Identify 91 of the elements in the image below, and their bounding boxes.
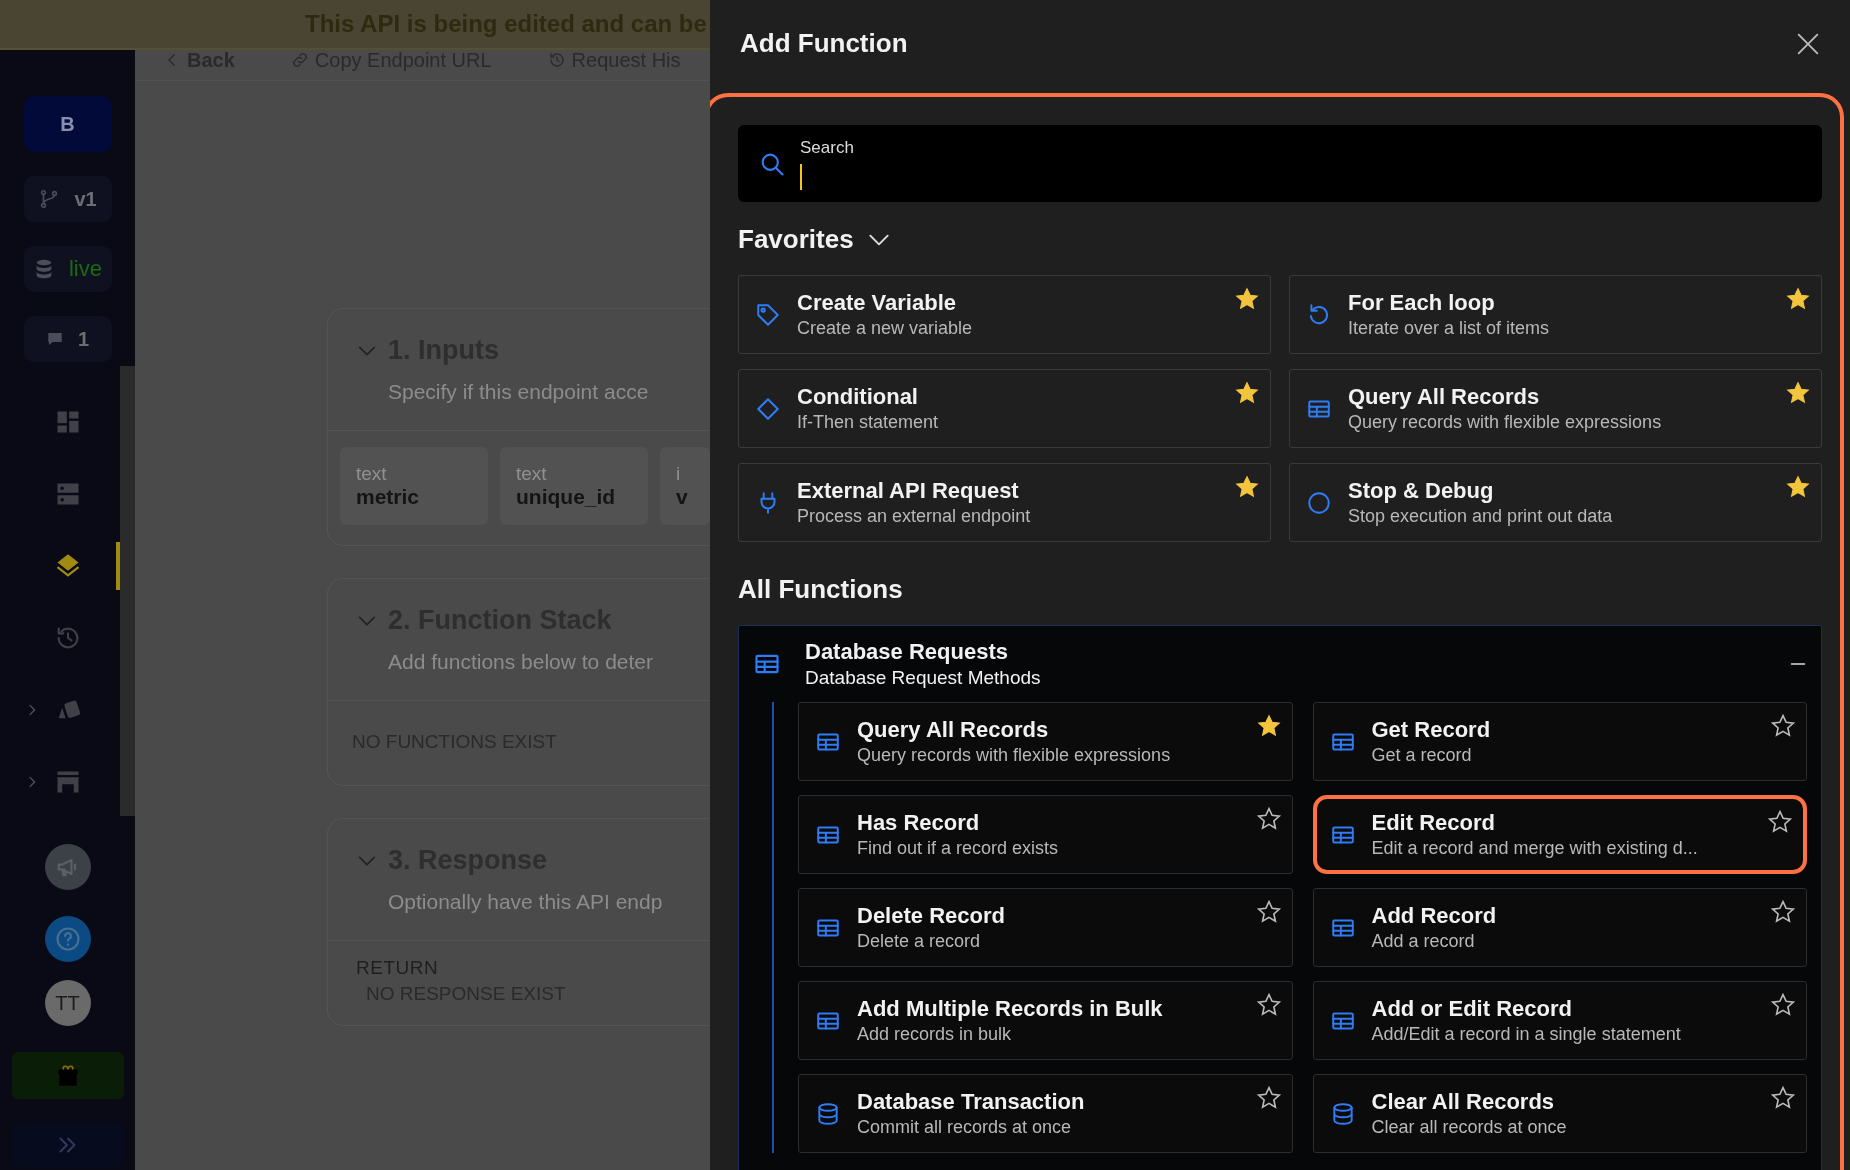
scrollbar[interactable] bbox=[120, 366, 135, 816]
pill-label: v1 bbox=[74, 187, 97, 211]
input-type: text bbox=[516, 463, 548, 485]
input-name: metric bbox=[356, 485, 421, 509]
star-icon[interactable] bbox=[1770, 899, 1796, 925]
function-card[interactable]: Stop & Debug Stop execution and print out data bbox=[1289, 463, 1822, 542]
star-icon[interactable] bbox=[1234, 286, 1260, 312]
pill-label: live bbox=[69, 256, 102, 282]
star-icon[interactable] bbox=[1255, 1085, 1282, 1111]
star-icon[interactable] bbox=[1785, 474, 1811, 500]
function-description: Add records in bulk bbox=[857, 1024, 1013, 1045]
star-icon[interactable] bbox=[1785, 380, 1811, 406]
announcement-button[interactable] bbox=[44, 844, 91, 890]
function-title: Query All Records bbox=[1348, 384, 1541, 410]
function-title: Database Transaction bbox=[857, 1089, 1085, 1115]
input-name: v bbox=[676, 485, 689, 509]
function-title: Edit Record bbox=[1371, 810, 1496, 836]
help-button[interactable] bbox=[44, 916, 91, 962]
star-icon[interactable] bbox=[1770, 1085, 1796, 1111]
section-heading: Favorites bbox=[738, 224, 854, 255]
function-title: Clear All Records bbox=[1371, 1089, 1556, 1115]
function-title: Add or Edit Record bbox=[1371, 996, 1573, 1022]
function-card[interactable]: External API Request Process an external endpoint bbox=[738, 463, 1271, 542]
panel-title: Add Function bbox=[740, 28, 908, 59]
function-title: For Each loop bbox=[1348, 290, 1496, 316]
star-icon[interactable] bbox=[1770, 992, 1796, 1018]
function-description: Delete a record bbox=[857, 931, 982, 952]
history-icon bbox=[547, 51, 566, 69]
function-description: Add/Edit a record in a single statement bbox=[1371, 1024, 1681, 1045]
function-card[interactable]: Query All Records Query records with flexible expressions bbox=[798, 702, 1293, 781]
function-card[interactable]: Add or Edit Record Add/Edit a record in a single statement bbox=[1312, 981, 1807, 1060]
function-description: Find out if a record exists bbox=[857, 838, 1059, 859]
star-icon[interactable] bbox=[1255, 992, 1282, 1018]
branch-pill[interactable]: v1 bbox=[23, 176, 112, 222]
function-card[interactable]: Add Multiple Records in Bulk Add records in bulk bbox=[798, 981, 1293, 1060]
function-card[interactable]: Edit Record Edit a record and merge with existing d... bbox=[1312, 795, 1807, 874]
function-description: Query records with flexible expressions bbox=[857, 745, 1171, 766]
function-title: Add Multiple Records in Bulk bbox=[857, 996, 1163, 1022]
function-title: Stop & Debug bbox=[1348, 478, 1495, 504]
diamond-icon bbox=[755, 395, 781, 422]
function-title: Has Record bbox=[857, 810, 981, 836]
function-description: If-Then statement bbox=[797, 412, 939, 433]
input-type: text bbox=[356, 463, 388, 485]
section-heading: All Functions bbox=[738, 574, 904, 605]
star-icon[interactable] bbox=[1234, 380, 1260, 406]
function-title: Get Record bbox=[1371, 717, 1491, 743]
help-icon bbox=[53, 925, 82, 953]
star-icon[interactable] bbox=[1255, 806, 1282, 832]
function-title: Query All Records bbox=[857, 717, 1050, 743]
function-title: External API Request bbox=[797, 478, 1020, 504]
star-icon[interactable] bbox=[1255, 899, 1282, 925]
function-description: Process an external endpoint bbox=[797, 506, 1031, 527]
function-description: Add a record bbox=[1371, 931, 1476, 952]
star-icon[interactable] bbox=[1255, 713, 1282, 739]
function-card[interactable]: For Each loop Iterate over a list of items bbox=[1289, 275, 1822, 354]
function-card[interactable]: Has Record Find out if a record exists bbox=[798, 795, 1293, 874]
function-card[interactable]: Add Record Add a record bbox=[1312, 888, 1807, 967]
group-title: Database Requests bbox=[805, 639, 1009, 665]
function-description: Get a record bbox=[1371, 745, 1473, 766]
star-icon[interactable] bbox=[1234, 474, 1260, 500]
function-description: Stop execution and print out data bbox=[1348, 506, 1613, 527]
function-description: Edit a record and merge with existing d... bbox=[1371, 838, 1698, 859]
function-card[interactable]: Query All Records Query records with flexible expressions bbox=[1289, 369, 1822, 448]
pill-label: 1 bbox=[77, 327, 90, 351]
function-description: Create a new variable bbox=[797, 318, 973, 339]
database-icon bbox=[815, 1100, 841, 1127]
function-description: Query records with flexible expressions bbox=[1348, 412, 1662, 433]
function-card[interactable]: Create Variable Create a new variable bbox=[738, 275, 1271, 354]
star-icon[interactable] bbox=[1785, 286, 1811, 312]
star-icon[interactable] bbox=[1770, 713, 1796, 739]
function-title: Add Record bbox=[1371, 903, 1497, 929]
function-card[interactable]: Clear All Records Clear all records at once bbox=[1312, 1074, 1807, 1153]
workspace-badge[interactable]: B bbox=[23, 96, 112, 152]
input-type: i bbox=[676, 463, 682, 485]
function-card[interactable]: Conditional If-Then statement bbox=[738, 369, 1271, 448]
search-field[interactable]: Search bbox=[738, 125, 1822, 202]
function-title: Conditional bbox=[797, 384, 919, 410]
tag-icon bbox=[755, 301, 781, 328]
comments-pill[interactable]: 1 bbox=[23, 316, 112, 362]
function-title: Delete Record bbox=[857, 903, 1005, 929]
function-description: Clear all records at once bbox=[1371, 1117, 1567, 1138]
function-title: Create Variable bbox=[797, 290, 957, 316]
group-subtitle: Database Request Methods bbox=[805, 667, 1041, 689]
function-card[interactable]: Delete Record Delete a record bbox=[798, 888, 1293, 967]
star-icon[interactable] bbox=[1767, 809, 1793, 835]
input-name: unique_id bbox=[516, 485, 617, 509]
function-card[interactable]: Get Record Get a record bbox=[1312, 702, 1807, 781]
function-card[interactable]: Database Transaction Commit all records at once bbox=[798, 1074, 1293, 1153]
link-icon bbox=[290, 51, 309, 69]
function-description: Commit all records at once bbox=[857, 1117, 1073, 1138]
function-description: Iterate over a list of items bbox=[1348, 318, 1550, 339]
